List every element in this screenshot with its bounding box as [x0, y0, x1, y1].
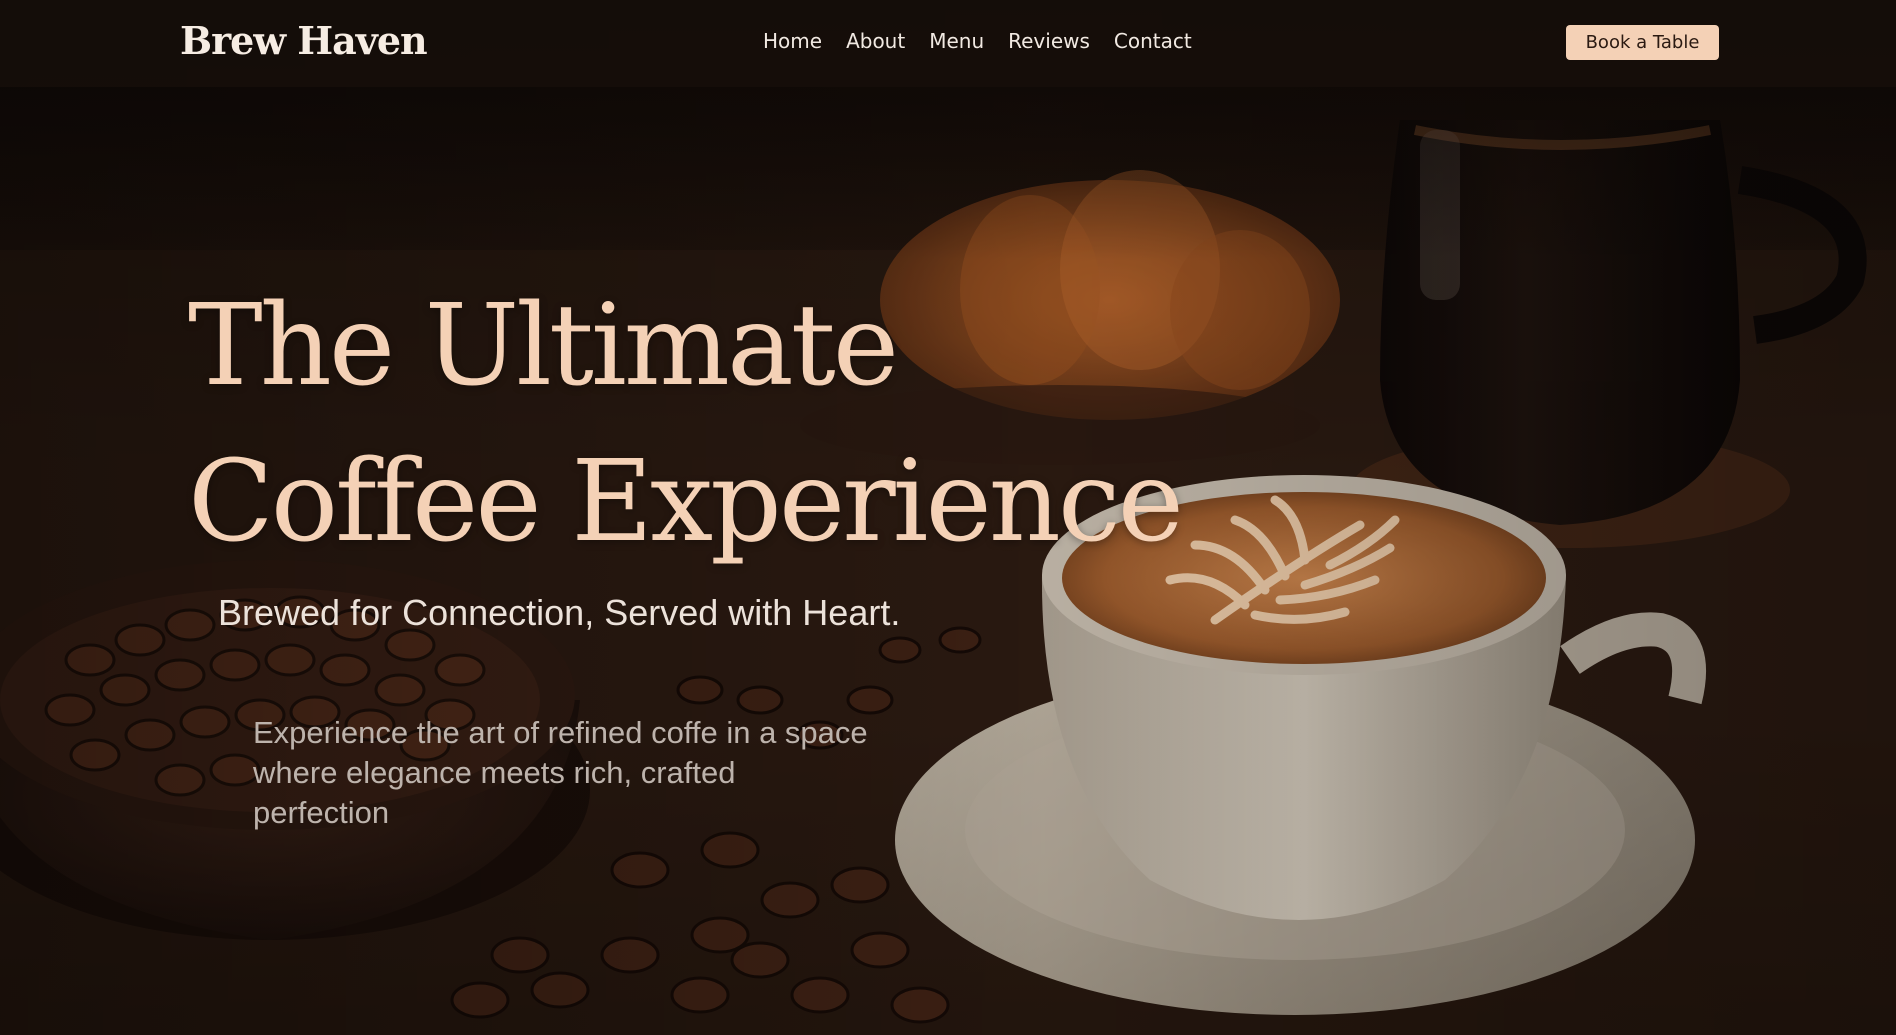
nav-link-contact[interactable]: Contact	[1114, 29, 1192, 53]
nav-item-about: About	[846, 29, 905, 53]
hero-title: The Ultimate Coffee Experience	[188, 268, 1338, 580]
nav-link-about[interactable]: About	[846, 29, 905, 53]
nav-item-reviews: Reviews	[1008, 29, 1090, 53]
hero-title-line-2: Coffee Experience	[188, 437, 1184, 567]
nav-link-reviews[interactable]: Reviews	[1008, 29, 1090, 53]
nav-menu: Home About Menu Reviews Contact	[763, 29, 1192, 53]
hero-tagline: Brewed for Connection, Served with Heart…	[218, 592, 901, 633]
nav-item-contact: Contact	[1114, 29, 1192, 53]
nav-link-home[interactable]: Home	[763, 29, 822, 53]
nav-item-home: Home	[763, 29, 822, 53]
brand-logo[interactable]: Brew Haven	[180, 18, 428, 63]
nav-link-menu[interactable]: Menu	[929, 29, 984, 53]
nav-item-menu: Menu	[929, 29, 984, 53]
hero-title-line-1: The Ultimate	[188, 281, 899, 411]
landing-page: Brew Haven Home About Menu Reviews Conta…	[0, 0, 1896, 1035]
top-navbar: Brew Haven Home About Menu Reviews Conta…	[0, 0, 1896, 87]
hero-description: Experience the art of refined coffe in a…	[253, 715, 868, 830]
book-a-table-button[interactable]: Book a Table	[1566, 25, 1719, 60]
